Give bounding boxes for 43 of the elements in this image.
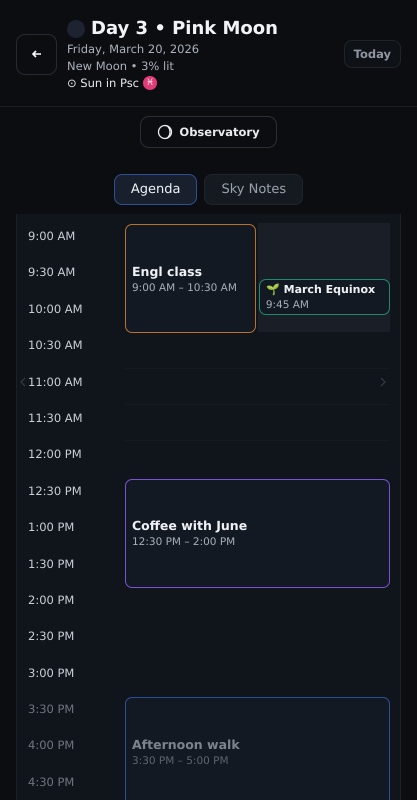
- time-label: 2:00 PM: [28, 592, 74, 607]
- time-label: 2:30 PM: [28, 629, 74, 644]
- time-label: 3:30 PM: [28, 702, 74, 716]
- back-arrow-icon: [30, 48, 42, 60]
- time-label: 1:30 PM: [28, 556, 74, 571]
- date-text: Friday, March 20, 2026: [67, 42, 200, 56]
- chevron-right-icon: [380, 377, 386, 387]
- moon-icon: [157, 124, 174, 140]
- time-label: 12:00 PM: [28, 447, 82, 462]
- event-time: 3:30 PM – 5:00 PM: [132, 754, 230, 767]
- back-button[interactable]: [16, 34, 57, 74]
- time-label: 9:30 AM: [28, 265, 76, 280]
- zodiac-badge: ♓: [143, 76, 158, 90]
- event-time: 9:00 AM – 10:30 AM: [132, 282, 238, 294]
- time-label: 10:00 AM: [28, 302, 83, 316]
- time-label: 11:30 AM: [28, 410, 83, 425]
- moon-phase-icon: [67, 20, 85, 38]
- time-label: 11:00 AM: [28, 374, 83, 389]
- time-label: 10:30 AM: [28, 338, 83, 352]
- event-title: Engl class: [132, 264, 204, 279]
- event-card[interactable]: Engl class 9:00 AM – 10:30 AM: [125, 224, 256, 334]
- event-time: 12:30 PM – 2:00 PM: [132, 536, 236, 548]
- chevron-left-icon: [20, 377, 26, 387]
- moon-phase-text: New Moon • 3% lit: [67, 59, 175, 73]
- sun-sign-text: ⊙ Sun in Psc: [67, 76, 140, 90]
- day-title: Day 3 • Pink Moon: [91, 18, 278, 39]
- time-label: 1:00 PM: [28, 520, 74, 534]
- time-label: 3:00 PM: [28, 666, 74, 680]
- event-card[interactable]: Afternoon walk 3:30 PM – 5:00 PM: [125, 697, 390, 800]
- time-label: 9:00 AM: [28, 229, 76, 243]
- today-button[interactable]: Today: [344, 40, 401, 68]
- event-time: 9:45 AM: [266, 298, 310, 311]
- view-tab[interactable]: Sky Notes: [204, 174, 304, 205]
- time-label: 4:30 PM: [28, 774, 74, 789]
- view-tab[interactable]: Agenda: [114, 174, 198, 205]
- observatory-button[interactable]: Observatory: [140, 116, 277, 148]
- event-card[interactable]: Coffee with June 12:30 PM – 2:00 PM: [125, 478, 390, 588]
- event-title: Coffee with June: [132, 518, 248, 534]
- event-card[interactable]: 🌱 March Equinox 9:45 AM: [258, 278, 390, 315]
- event-title: 🌱 March Equinox: [266, 282, 376, 296]
- time-label: 12:30 PM: [28, 484, 82, 498]
- event-title: Afternoon walk: [132, 736, 241, 752]
- time-label: 4:00 PM: [28, 738, 74, 752]
